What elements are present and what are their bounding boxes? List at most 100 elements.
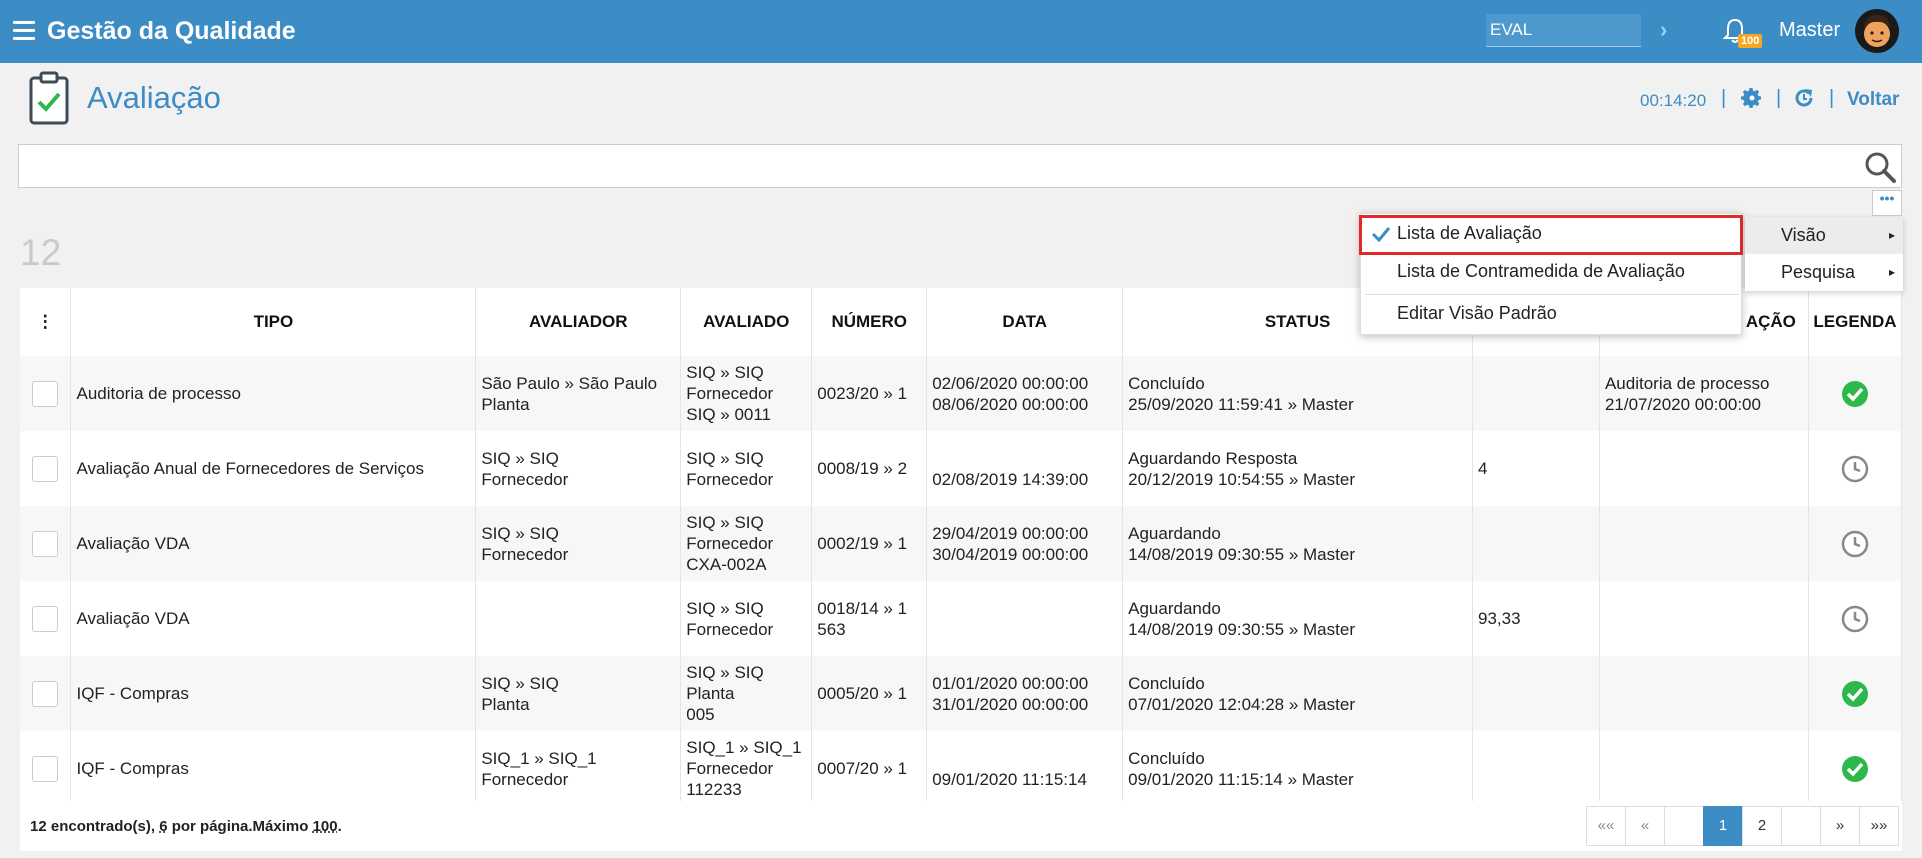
row-checkbox-cell [20,506,72,581]
table-row[interactable]: Avaliação VDA SIQ » SIQ Fornecedor SIQ » S… [20,506,1903,581]
row-checkbox[interactable] [32,530,59,557]
cell-data [926,581,1124,656]
cell-legenda [1808,431,1903,506]
avatar[interactable] [1855,9,1899,53]
table-row[interactable]: IQF - Compras SIQ » SIQ Planta SIQ » SIQ P… [20,656,1903,731]
column-header-data[interactable]: DATA [926,288,1124,356]
cell-status: Concluído 25/09/2020 11:59:41 » Master [1122,356,1474,431]
row-checkbox-cell [20,731,72,806]
row-checkbox[interactable] [32,755,59,782]
max-value[interactable]: 100 [313,818,338,835]
search-input[interactable] [18,144,1902,188]
row-checkbox-cell [20,356,72,431]
cell-nota: 4 [1472,431,1600,506]
separator: | [1829,87,1835,109]
row-checkbox[interactable] [32,605,59,632]
cell-status: Aguardando 14/08/2019 09:30:55 » Master [1122,506,1474,581]
cell-avaliador: SIQ » SIQ Fornecedor [475,431,682,506]
chevron-right-icon[interactable]: › [1660,17,1667,43]
cell-nota [1472,356,1600,431]
caret-right-icon: ▸ [1888,228,1895,242]
column-header-numero[interactable]: NÚMERO [811,288,928,356]
column-header-avaliador[interactable]: AVALIADOR [475,288,682,356]
cell-legenda [1808,656,1903,731]
cell-tipo: IQF - Compras [70,656,477,731]
session-timer: 00:14:20 [1640,91,1707,110]
row-checkbox-cell [20,431,72,506]
cell-nota [1472,731,1600,806]
cell-status: Aguardando 14/08/2019 09:30:55 » Master [1122,581,1474,656]
cell-avaliado: SIQ » SIQ Fornecedor [680,581,813,656]
cell-tipo: Avaliação Anual de Fornecedores de Servi… [70,431,477,506]
row-checkbox[interactable] [32,680,59,707]
clock-icon [1841,530,1869,557]
cell-numero: 0007/20 » 1 [811,731,928,806]
cell-data: 29/04/2019 00:00:00 30/04/2019 00:00:00 [926,506,1124,581]
evaluation-table: ⋮ TIPO AVALIADOR AVALIADO NÚMERO DATA ST… [20,288,1903,806]
user-name[interactable]: Master [1779,19,1840,42]
page-2-button[interactable]: 2 [1742,806,1782,846]
row-checkbox[interactable] [32,455,59,482]
cell-numero: 0002/19 » 1 [811,506,928,581]
row-checkbox-cell [20,581,72,656]
table-row[interactable]: Avaliação Anual de Fornecedores de Servi… [20,431,1903,506]
row-checkbox-cell [20,656,72,731]
clock-icon [1841,455,1869,482]
cell-numero: 0008/19 » 2 [811,431,928,506]
notification-badge: 100 [1738,34,1763,48]
first-page-button[interactable]: «« [1586,806,1626,846]
cell-tipo: Avaliação VDA [70,581,477,656]
cell-avaliado: SIQ » SIQ Fornecedor SIQ » 0011 [680,356,813,431]
cell-acao [1599,731,1809,806]
more-options-button[interactable]: ••• [1872,190,1902,216]
last-page-button[interactable]: »» [1859,806,1899,846]
page-1-button[interactable]: 1 [1703,806,1743,846]
pagination-summary: 12 encontrado(s), 6 por página.Máximo 10… [30,818,342,835]
column-header-legenda[interactable]: LEGENDA [1808,288,1903,356]
cell-legenda [1808,356,1903,431]
selection-highlight [1359,215,1743,255]
refresh-icon[interactable] [1792,86,1816,110]
cell-data: 01/01/2020 00:00:00 31/01/2020 00:00:00 [926,656,1124,731]
search-icon[interactable] [1862,149,1898,185]
cell-acao [1599,506,1809,581]
hamburger-menu-icon[interactable] [13,21,35,41]
column-header-tipo[interactable]: TIPO [70,288,477,356]
cell-tipo: Auditoria de processo [70,356,477,431]
status-ok-icon [1841,380,1868,407]
table-row[interactable]: Auditoria de processo São Paulo » São Pau… [20,356,1903,431]
gear-icon[interactable] [1740,86,1764,110]
menu-item-visao[interactable]: Visão ▸ [1745,217,1903,254]
cell-avaliado: SIQ » SIQ Fornecedor CXA-002A [680,506,813,581]
menu-item-lista-contramedida[interactable]: Lista de Contramedida de Avaliação [1397,261,1685,282]
cell-tipo: IQF - Compras [70,731,477,806]
cell-avaliado: SIQ_1 » SIQ_1 Fornecedor 112233 [680,731,813,806]
menu-item-editar-visao[interactable]: Editar Visão Padrão [1397,303,1557,324]
column-options-icon[interactable]: ⋮ [20,288,72,356]
row-checkbox[interactable] [32,380,59,407]
per-page-value[interactable]: 6 [159,818,167,835]
column-header-avaliado[interactable]: AVALIADO [680,288,813,356]
cell-avaliado: SIQ » SIQ Fornecedor [680,431,813,506]
cell-legenda [1808,581,1903,656]
cell-avaliador: SIQ » SIQ Fornecedor [475,506,682,581]
cell-avaliador [475,581,682,656]
next-page-button[interactable]: » [1820,806,1860,846]
back-link[interactable]: Voltar [1847,89,1899,111]
cell-legenda [1808,506,1903,581]
module-input[interactable] [1486,14,1641,47]
pagination: «« « 1 2 » »» [1586,806,1899,846]
record-count: 12 [20,232,62,273]
status-ok-icon [1841,755,1868,782]
table-row[interactable]: IQF - Compras SIQ_1 » SIQ_1 Fornecedor SIQ… [20,731,1903,806]
cell-avaliador: SIQ_1 » SIQ_1 Fornecedor [475,731,682,806]
menu-item-pesquisa[interactable]: Pesquisa ▸ [1745,254,1903,291]
prev-page-button[interactable]: « [1625,806,1665,846]
cell-legenda [1808,731,1903,806]
cell-acao [1599,581,1809,656]
cell-nota [1472,506,1600,581]
clipboard-check-icon [29,71,69,125]
table-row[interactable]: Avaliação VDA SIQ » SIQ Fornecedor 0018/14… [20,581,1903,656]
cell-numero: 0005/20 » 1 [811,656,928,731]
cell-acao [1599,656,1809,731]
